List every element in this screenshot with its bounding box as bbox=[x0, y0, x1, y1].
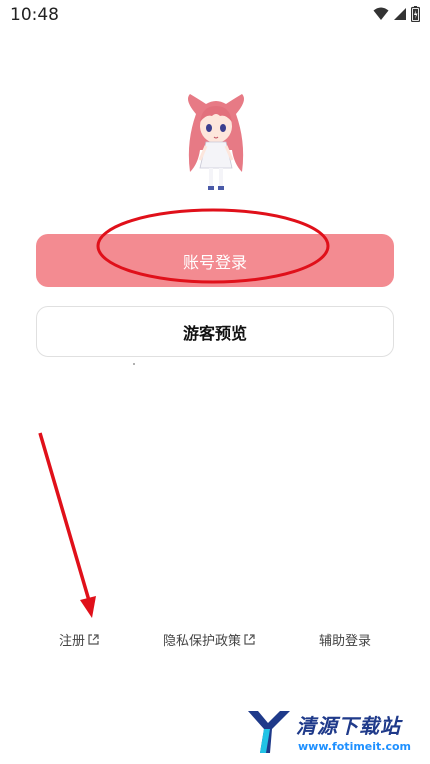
privacy-policy-label: 隐私保护政策 bbox=[163, 634, 242, 649]
watermark: 清源下载站 www.fotimeit.com bbox=[244, 707, 424, 759]
guest-preview-label: 游客预览 bbox=[182, 323, 247, 343]
status-bar: 10:48 bbox=[0, 0, 430, 30]
register-label: 注册 bbox=[59, 634, 86, 649]
mascot-image bbox=[176, 92, 256, 194]
battery-icon bbox=[411, 6, 420, 22]
privacy-policy-link[interactable]: 隐私保护政策 bbox=[163, 630, 255, 649]
annotation-arrow-line bbox=[38, 432, 92, 605]
status-icons bbox=[373, 6, 420, 22]
external-link-icon bbox=[244, 634, 255, 645]
watermark-title: 清源下载站 bbox=[296, 714, 401, 738]
wifi-icon bbox=[373, 7, 389, 20]
status-time: 10:48 bbox=[10, 5, 59, 25]
watermark-url: www.fotimeit.com bbox=[298, 740, 412, 753]
guest-preview-button[interactable]: 游客预览 bbox=[36, 306, 394, 357]
assist-login-link[interactable]: 辅助登录 bbox=[319, 630, 371, 649]
divider-dot bbox=[133, 363, 135, 365]
external-link-icon bbox=[88, 634, 99, 645]
annotation-arrow-head bbox=[80, 596, 96, 618]
cellular-signal-icon bbox=[394, 8, 406, 20]
register-link[interactable]: 注册 bbox=[59, 630, 99, 649]
account-login-button[interactable]: 账号登录 bbox=[36, 234, 394, 287]
assist-login-label: 辅助登录 bbox=[319, 634, 372, 649]
account-login-label: 账号登录 bbox=[182, 252, 247, 272]
watermark-logo-icon bbox=[248, 711, 290, 753]
